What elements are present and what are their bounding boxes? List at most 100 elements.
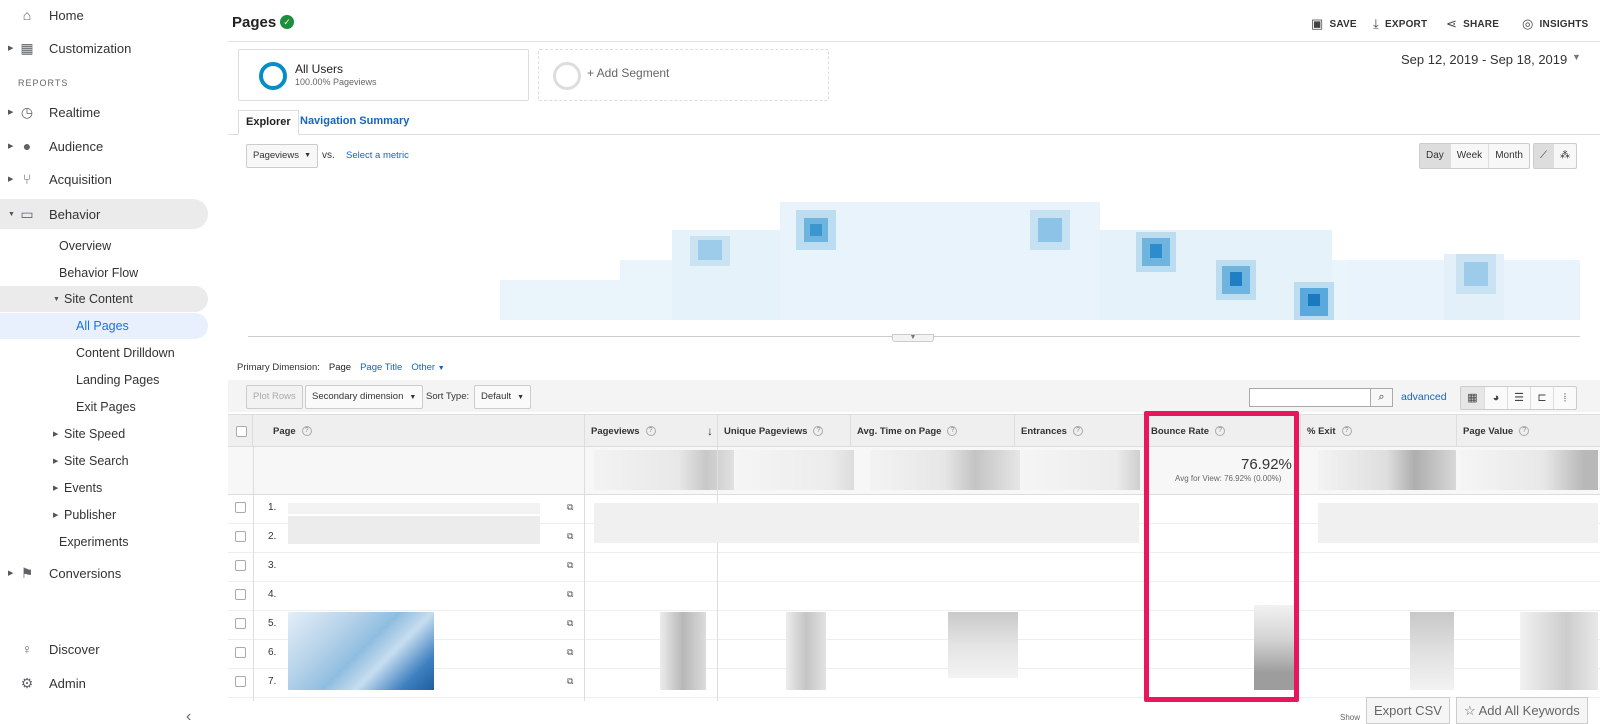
add-segment-button[interactable]: + Add Segment <box>538 49 829 101</box>
advanced-filter-link[interactable]: advanced <box>1401 391 1447 403</box>
nav-site-speed[interactable]: ▶ Site Speed <box>53 421 125 447</box>
segment-all-users[interactable]: All Users 100.00% Pageviews <box>238 49 529 101</box>
sort-type-select[interactable]: Default ▼ <box>474 385 532 409</box>
redacted-row-values <box>660 612 706 690</box>
open-link-icon[interactable]: ⧉ <box>567 502 573 513</box>
nav-acquisition[interactable]: ▶ ⑂ Acquisition <box>0 164 228 194</box>
nav-behavior[interactable]: ▼ ▭ Behavior <box>0 199 208 229</box>
help-icon[interactable]: ? <box>645 426 656 437</box>
save-button[interactable]: ▣ SAVE <box>1311 16 1357 32</box>
row-number: 1. <box>268 502 277 513</box>
nav-content-drilldown[interactable]: Content Drilldown <box>76 340 175 366</box>
chevron-down-icon[interactable]: ▼ <box>1572 52 1581 62</box>
performance-view-icon[interactable]: ☰ <box>1507 387 1530 409</box>
tab-explorer[interactable]: Explorer <box>238 110 299 135</box>
nav-publisher[interactable]: ▶ Publisher <box>53 502 116 528</box>
nav-discover[interactable]: ♀ Discover <box>0 634 228 664</box>
add-all-keywords-button[interactable]: ☆ Add All Keywords <box>1456 697 1588 724</box>
col-label: Page Value <box>1463 426 1514 437</box>
caret-right-icon: ▶ <box>53 512 59 519</box>
open-link-icon[interactable]: ⧉ <box>567 589 573 600</box>
row-checkbox[interactable] <box>235 560 246 571</box>
help-icon[interactable]: ? <box>813 426 824 437</box>
nav-customization[interactable]: ▶ ▦ Customization <box>0 33 228 63</box>
open-link-icon[interactable]: ⧉ <box>567 560 573 571</box>
open-link-icon[interactable]: ⧉ <box>567 676 573 687</box>
open-link-icon[interactable]: ⧉ <box>567 647 573 658</box>
export-button[interactable]: ⤓ EXPORT <box>1373 16 1427 32</box>
col-header-pageviews[interactable]: Pageviews? ↓ <box>584 415 717 448</box>
open-link-icon[interactable]: ⧉ <box>567 618 573 629</box>
help-icon[interactable]: ? <box>1519 426 1530 437</box>
select-metric-link[interactable]: Select a metric <box>346 150 409 161</box>
pie-view-icon[interactable]: ◕ <box>1484 387 1507 409</box>
nav-behavior-flow[interactable]: Behavior Flow <box>59 260 138 286</box>
row-checkbox[interactable] <box>235 676 246 687</box>
caret-right-icon: ▶ <box>8 143 14 150</box>
nav-site-content[interactable]: ▼ Site Content <box>0 286 208 312</box>
date-range-picker[interactable]: Sep 12, 2019 - Sep 18, 2019 <box>1401 52 1567 67</box>
col-header-entrances[interactable]: Entrances? <box>1014 415 1144 448</box>
chart-resize-handle[interactable]: ▼ <box>892 334 934 342</box>
secondary-dimension-select[interactable]: Secondary dimension ▼ <box>305 385 424 409</box>
row-checkbox[interactable] <box>235 647 246 658</box>
help-icon[interactable]: ? <box>1072 426 1083 437</box>
redacted-row-values <box>948 612 1018 678</box>
row-checkbox[interactable] <box>235 589 246 600</box>
nav-conversions[interactable]: ▶ ⚑ Conversions <box>0 558 228 588</box>
export-csv-button[interactable]: Export CSV <box>1366 697 1450 724</box>
row-checkbox[interactable] <box>235 618 246 629</box>
add-segment-label: + Add Segment <box>587 66 670 80</box>
nav-events[interactable]: ▶ Events <box>53 475 102 501</box>
row-checkbox[interactable] <box>235 502 246 513</box>
caret-right-icon: ▶ <box>8 570 14 577</box>
comparison-view-icon[interactable]: ⊏ <box>1530 387 1553 409</box>
tab-navigation-summary[interactable]: Navigation Summary <box>293 110 416 135</box>
day-button[interactable]: Day <box>1420 144 1450 168</box>
table-search-input[interactable] <box>1249 388 1371 407</box>
row-checkbox[interactable] <box>235 531 246 542</box>
nav-all-pages[interactable]: All Pages <box>0 313 208 339</box>
metric-select[interactable]: Pageviews ▼ <box>246 144 318 168</box>
collapse-sidebar-icon[interactable]: ‹ <box>186 708 191 724</box>
redacted-row-values <box>1318 503 1598 543</box>
insights-button[interactable]: ◎ INSIGHTS <box>1522 16 1588 32</box>
dimension-other-label: Other <box>411 362 436 373</box>
col-header-avg-time[interactable]: Avg. Time on Page? <box>850 415 1014 448</box>
open-link-icon[interactable]: ⧉ <box>567 531 573 542</box>
pivot-view-icon[interactable]: ⦙ <box>1553 387 1576 409</box>
sort-type-label: Sort Type: <box>426 391 470 402</box>
nav-exit-pages[interactable]: Exit Pages <box>76 394 136 420</box>
nav-admin[interactable]: ⚙ Admin <box>0 668 228 698</box>
share-label: SHARE <box>1463 18 1500 30</box>
col-header-page-value[interactable]: Page Value? <box>1456 415 1600 448</box>
dimension-other[interactable]: Other ▼ <box>411 362 444 373</box>
help-icon[interactable]: ? <box>1341 426 1352 437</box>
help-icon[interactable]: ? <box>301 426 312 437</box>
help-icon[interactable]: ? <box>947 426 958 437</box>
line-chart-icon[interactable]: ⟋ <box>1534 144 1553 168</box>
data-table-view-icon[interactable]: ▦ <box>1461 387 1484 409</box>
nav-overview[interactable]: Overview <box>59 233 111 259</box>
nav-acquisition-label: Acquisition <box>49 171 112 187</box>
motion-chart-icon[interactable]: ⁂ <box>1553 144 1576 168</box>
share-button[interactable]: ⋖ SHARE <box>1446 16 1499 32</box>
plot-rows-button[interactable]: Plot Rows <box>246 385 303 409</box>
redacted-summary-exit <box>1318 450 1456 490</box>
nav-experiments[interactable]: Experiments <box>59 529 128 555</box>
dimension-page-title[interactable]: Page Title <box>360 362 402 373</box>
select-all-checkbox[interactable] <box>236 426 247 437</box>
month-button[interactable]: Month <box>1488 144 1529 168</box>
col-header-exit[interactable]: % Exit? <box>1300 415 1456 448</box>
col-header-page[interactable]: Page? <box>252 415 583 448</box>
week-button[interactable]: Week <box>1449 144 1488 168</box>
redacted-row-values <box>1410 612 1454 690</box>
col-header-unique-pageviews[interactable]: Unique Pageviews? <box>717 415 850 448</box>
nav-home[interactable]: ⌂ Home <box>0 0 228 30</box>
nav-realtime[interactable]: ▶ ◷ Realtime <box>0 97 228 127</box>
share-icon: ⋖ <box>1446 16 1458 31</box>
search-icon[interactable]: ⌕ <box>1371 388 1393 407</box>
nav-site-search[interactable]: ▶ Site Search <box>53 448 129 474</box>
nav-landing-pages[interactable]: Landing Pages <box>76 367 159 393</box>
nav-audience[interactable]: ▶ ● Audience <box>0 131 228 161</box>
